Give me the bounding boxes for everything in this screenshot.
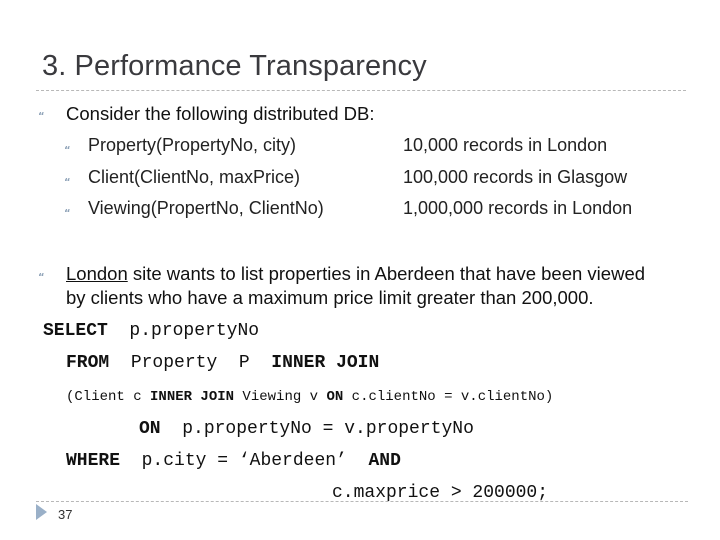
footer-divider — [36, 501, 688, 502]
bullet-query-description-line2: by clients who have a maximum price limi… — [66, 287, 594, 308]
sql-keyword: INNER JOIN — [271, 353, 380, 373]
sql-subquery-line: (Client c INNER JOIN Viewing v ON c.clie… — [66, 389, 553, 405]
sql-subquery-cond: c.clientNo = v.clientNo) — [343, 389, 554, 405]
sql-where-cond: p.city = ‘Aberdeen’ — [141, 451, 347, 471]
relation-viewing-info: 1,000,000 records in London — [403, 198, 633, 218]
bullet-consider: Consider the following distributed DB: — [66, 103, 375, 124]
wingdings-bullet-icon: “ — [64, 208, 71, 219]
sql-from-line: FROM Property P INNER JOIN — [66, 353, 379, 373]
wingdings-bullet-icon: “ — [64, 145, 71, 156]
sql-keyword: ON — [139, 419, 161, 439]
title-divider — [36, 90, 686, 91]
sql-keyword: INNER JOIN — [150, 389, 235, 405]
sql-keyword: WHERE — [66, 451, 121, 471]
wingdings-bullet-icon: “ — [38, 111, 45, 122]
sql-select-expr: p.propertyNo — [129, 321, 260, 341]
relation-viewing: Viewing(PropertNo, ClientNo) — [88, 198, 324, 218]
query-description-rest: site wants to list properties in Aberdee… — [127, 263, 646, 284]
sql-keyword: AND — [368, 451, 401, 471]
sql-where-line: WHERE p.city = ‘Aberdeen’ AND — [66, 451, 401, 471]
sql-on-line: ON p.propertyNo = v.propertyNo — [139, 419, 474, 439]
sql-keyword: SELECT — [43, 321, 108, 341]
sql-from-table: Property P — [130, 353, 250, 373]
page-number: 37 — [58, 507, 73, 522]
relation-client-info: 100,000 records in Glasgow — [403, 167, 628, 187]
sql-last-cond: c.maxprice > 200000; — [332, 483, 549, 503]
page-arrow-icon — [36, 504, 47, 520]
wingdings-bullet-icon: “ — [64, 177, 71, 188]
relation-client: Client(ClientNo, maxPrice) — [88, 167, 301, 187]
sql-subquery-table: Viewing v — [234, 389, 327, 405]
sql-on-cond: p.propertyNo = v.propertyNo — [182, 419, 474, 439]
sql-keyword: FROM — [66, 353, 110, 373]
sql-select-line: SELECT p.propertyNo — [43, 321, 259, 341]
relation-property: Property(PropertyNo, city) — [88, 135, 297, 155]
site-name-underlined: London — [66, 263, 128, 284]
bullet-query-description-line1: London site wants to list properties in … — [66, 263, 645, 285]
sql-subquery-open: (Client c — [66, 389, 151, 405]
wingdings-bullet-icon: “ — [38, 272, 45, 283]
slide-title: 3. Performance Transparency — [42, 50, 427, 82]
sql-keyword: ON — [326, 389, 344, 405]
relation-property-info: 10,000 records in London — [403, 135, 608, 155]
